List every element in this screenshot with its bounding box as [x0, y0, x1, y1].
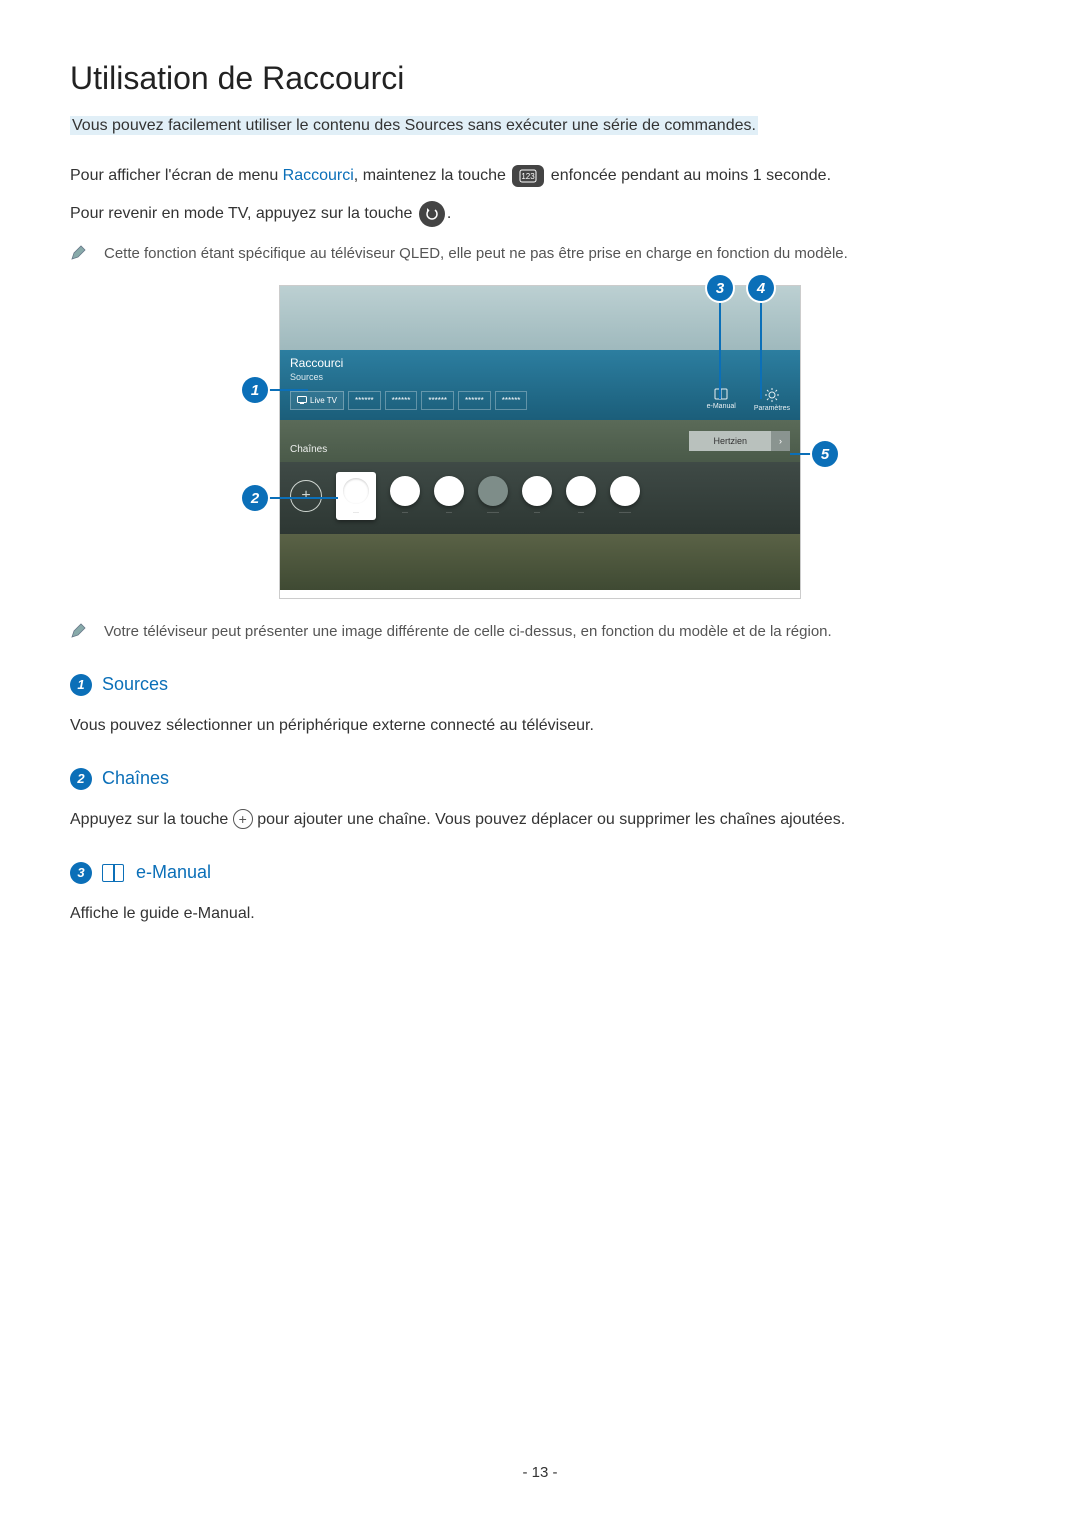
paragraph-1: Pour afficher l'écran de menu Raccourci,… [70, 163, 1010, 189]
source-item[interactable]: ****** [495, 391, 528, 410]
source-item[interactable]: ****** [458, 391, 491, 410]
pen-icon [70, 623, 86, 639]
callout-2: 2 [242, 485, 268, 511]
gear-icon [765, 388, 779, 402]
section-title: Chaînes [102, 768, 169, 789]
section-body: Vous pouvez sélectionner un périphérique… [70, 714, 1010, 738]
channel-label: ··· [402, 510, 408, 516]
tv-figure: 3 4 1 2 5 Raccourci Sources Live TV ****… [250, 285, 830, 599]
callout-5: 5 [812, 441, 838, 467]
plus-icon: + [233, 809, 253, 829]
tv-icon [297, 396, 307, 404]
callout-4: 4 [748, 275, 774, 301]
section-body: Affiche le guide e-Manual. [70, 902, 1010, 926]
page: Utilisation de Raccourci Vous pouvez fac… [0, 0, 1080, 1527]
callout-1-lead [268, 389, 308, 391]
para1-a: Pour afficher l'écran de menu [70, 167, 283, 184]
note-1-text: Cette fonction étant spécifique au télév… [104, 243, 848, 266]
section-head: 3 e-Manual [70, 862, 1010, 884]
channel-label: ······ [619, 510, 631, 516]
section-head: 2 Chaînes [70, 768, 1010, 790]
channel-label: ··· [534, 510, 540, 516]
chaines-panel: Chaînes + ··· ··· ··· ······ ··· ··· ···… [280, 462, 800, 534]
settings-label: Paramètres [754, 405, 790, 412]
channel-item[interactable]: ··· [390, 476, 420, 516]
svg-text:123: 123 [522, 172, 536, 181]
channel-logo [343, 478, 369, 504]
channel-logo [610, 476, 640, 506]
intro-text: Vous pouvez facilement utiliser le conte… [70, 116, 758, 135]
badge-2: 2 [70, 768, 92, 790]
section-title: Sources [102, 674, 168, 695]
channel-label: ··· [353, 510, 359, 516]
panel-title: Raccourci [290, 356, 790, 370]
s2-body-b: pour ajouter une chaîne. Vous pouvez dép… [253, 811, 845, 828]
channel-logo [566, 476, 596, 506]
channel-label: ······ [487, 510, 499, 516]
channel-logo [434, 476, 464, 506]
sources-row: Live TV ****** ****** ****** ****** ****… [290, 388, 790, 412]
pen-icon [70, 245, 86, 261]
channel-item[interactable]: ······ [610, 476, 640, 516]
source-live-tv[interactable]: Live TV [290, 391, 344, 410]
raccourci-link[interactable]: Raccourci [283, 167, 354, 184]
page-number: - 13 - [0, 1464, 1080, 1481]
chaines-title: Chaînes [290, 440, 790, 444]
add-channel-button[interactable]: + [290, 480, 322, 512]
section-emanual: 3 e-Manual Affiche le guide e-Manual. [70, 862, 1010, 926]
channel-item[interactable]: ··· [434, 476, 464, 516]
source-item[interactable]: ****** [421, 391, 454, 410]
channel-item[interactable]: ··· [522, 476, 552, 516]
section-chaines: 2 Chaînes Appuyez sur la touche + pour a… [70, 768, 1010, 832]
emanual-button[interactable]: e-Manual [707, 388, 736, 412]
channel-item[interactable]: ······ [478, 476, 508, 516]
source-item[interactable]: ****** [385, 391, 418, 410]
callout-4-lead [760, 301, 762, 399]
para1-c: enfoncée pendant au moins 1 seconde. [551, 167, 831, 184]
section-head: 1 Sources [70, 674, 1010, 696]
callout-1: 1 [242, 377, 268, 403]
note-1: Cette fonction étant spécifique au télév… [70, 243, 1010, 266]
return-button-icon [419, 201, 445, 227]
chaines-row: + ··· ··· ··· ······ ··· ··· ······ [290, 472, 790, 520]
badge-1: 1 [70, 674, 92, 696]
intro-highlight: Vous pouvez facilement utiliser le conte… [70, 117, 1010, 135]
para2-a: Pour revenir en mode TV, appuyez sur la … [70, 205, 417, 222]
callout-2-lead [268, 497, 338, 499]
tv-ground [280, 534, 800, 590]
section-title: e-Manual [136, 862, 211, 883]
note-2-text: Votre téléviseur peut présenter une imag… [104, 621, 832, 644]
paragraph-2: Pour revenir en mode TV, appuyez sur la … [70, 201, 1010, 227]
para1-b: , maintenez la touche [354, 167, 511, 184]
channel-logo [390, 476, 420, 506]
channel-label: ··· [446, 510, 452, 516]
badge-3: 3 [70, 862, 92, 884]
section-body: Appuyez sur la touche + pour ajouter une… [70, 808, 1010, 832]
para2-b: . [447, 205, 451, 222]
source-live-tv-label: Live TV [310, 396, 337, 405]
channel-item[interactable]: ··· [566, 476, 596, 516]
emanual-label: e-Manual [707, 403, 736, 410]
channel-label: ··· [578, 510, 584, 516]
source-item[interactable]: ****** [348, 391, 381, 410]
s2-body-a: Appuyez sur la touche [70, 811, 233, 828]
number-button-icon: 123 [512, 165, 544, 187]
sources-panel: Raccourci Sources Live TV ****** ****** … [280, 350, 800, 420]
tv-screen: Raccourci Sources Live TV ****** ****** … [279, 285, 801, 599]
channel-logo [522, 476, 552, 506]
page-title: Utilisation de Raccourci [70, 60, 1010, 97]
channel-logo [478, 476, 508, 506]
channel-card[interactable]: ··· [336, 472, 376, 520]
note-2: Votre téléviseur peut présenter une imag… [70, 621, 1010, 644]
book-icon [714, 388, 728, 400]
callout-3-lead [719, 301, 721, 399]
panel-subtitle: Sources [290, 372, 790, 382]
section-sources: 1 Sources Vous pouvez sélectionner un pé… [70, 674, 1010, 738]
book-icon [102, 864, 124, 882]
callout-3: 3 [707, 275, 733, 301]
